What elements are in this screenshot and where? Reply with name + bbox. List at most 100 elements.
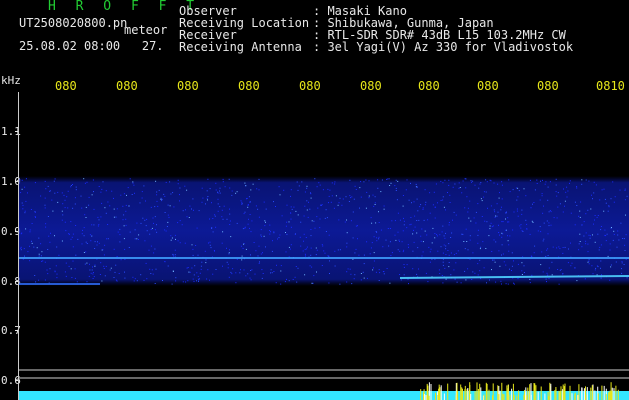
noise-dot [592,234,593,236]
noise-dot [297,189,299,191]
noise-dot [585,240,587,242]
noise-dot [588,180,590,182]
noise-dot [463,241,465,242]
noise-dot [213,250,215,251]
noise-dot [311,282,313,284]
noise-dot [305,255,306,257]
noise-dot [543,222,545,224]
noise-dot [382,246,384,248]
noise-dot [136,280,138,282]
noise-dot [45,223,47,225]
noise-dot [62,203,64,205]
noise-dot [383,205,385,207]
noise-dot [548,222,550,224]
noise-dot [23,248,25,250]
noise-dot [170,239,172,241]
noise-dot [85,251,87,253]
noise-dot [342,198,344,200]
noise-dot [117,231,119,233]
noise-dot [329,189,331,191]
noise-dot [477,263,479,265]
noise-dot [505,212,507,214]
noise-dot [331,195,333,197]
noise-dot [219,190,220,192]
noise-dot [502,221,504,223]
noise-dot [467,268,469,270]
noise-dot [247,204,249,206]
noise-dot [86,181,88,183]
noise-dot [562,273,563,275]
noise-dot [363,254,365,256]
noise-dot [53,180,55,182]
noise-dot [434,233,436,234]
noise-dot [283,189,285,191]
noise-dot [198,279,199,281]
noise-dot [613,233,615,235]
noise-dot [562,247,564,248]
noise-dot [545,181,547,183]
noise-dot [429,261,431,263]
noise-dot [125,224,127,226]
noise-dot [408,246,409,248]
noise-dot [581,224,583,226]
noise-dot [529,179,531,181]
noise-dot [607,210,609,212]
level-spike [420,389,422,400]
noise-dot [310,247,312,249]
noise-dot [56,246,58,248]
noise-dot [293,206,295,208]
noise-dot [541,251,543,253]
noise-dot [57,201,59,203]
noise-dot [92,278,94,279]
noise-dot [477,242,479,244]
noise-dot [432,227,434,229]
noise-dot [511,270,512,271]
noise-dot [204,250,206,252]
noise-dot [134,278,136,280]
noise-dot [626,277,628,279]
noise-dot [98,224,100,226]
noise-dot [245,275,247,277]
level-spike [469,385,471,400]
noise-dot [134,238,136,240]
noise-dot [304,274,306,276]
noise-dot [403,266,405,268]
noise-dot [501,232,503,234]
noise-dot [491,251,493,252]
noise-dot [545,278,547,280]
noise-dot [378,236,380,238]
noise-dot [489,279,490,281]
noise-dot [319,218,321,220]
noise-dot [556,217,558,219]
noise-dot [248,218,249,220]
noise-dot [52,210,54,212]
noise-dot [395,179,397,181]
noise-dot [496,203,498,205]
noise-dot [485,191,487,193]
noise-dot [610,266,612,268]
noise-dot [501,244,503,246]
noise-dot [403,220,405,222]
noise-dot [355,225,357,227]
noise-dot [376,237,378,239]
noise-dot [116,208,118,210]
noise-dot [64,199,66,201]
noise-dot [296,281,298,283]
noise-dot [517,196,519,198]
noise-dot [516,210,518,212]
noise-dot [239,272,241,274]
noise-dot [306,209,308,211]
noise-dot [100,216,102,218]
noise-dot [256,188,258,190]
noise-dot [403,217,404,219]
noise-dot [625,214,626,216]
noise-dot [399,274,401,275]
noise-dot [172,253,174,255]
noise-dot [200,265,202,267]
noise-dot [388,178,390,180]
noise-dot [214,215,216,217]
noise-dot [47,273,49,275]
noise-dot [505,283,507,285]
noise-dot [471,279,473,280]
noise-dot [254,273,256,275]
